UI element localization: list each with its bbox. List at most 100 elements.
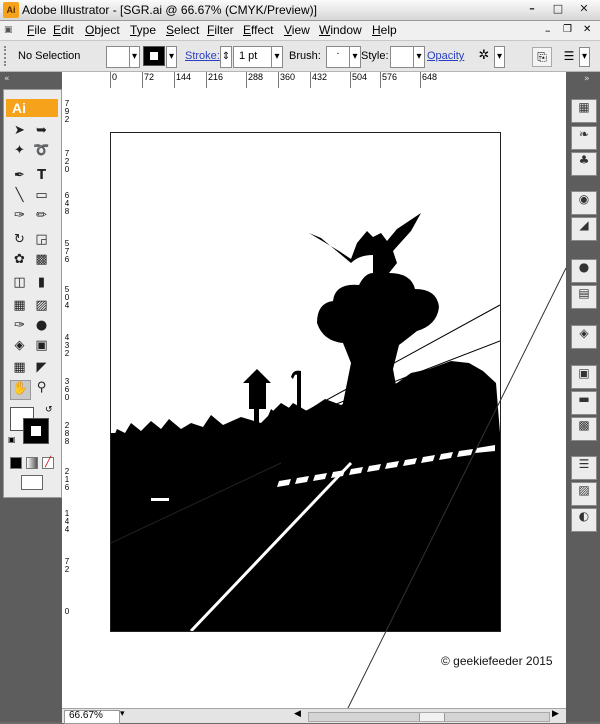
zoom-tool-icon[interactable]: ⚲ [32,380,51,398]
live-paint-select-icon[interactable]: ▣ [32,338,51,356]
stroke-color-box[interactable] [23,418,49,444]
window-title: Adobe Illustrator - [SGR.ai @ 66.67% (CM… [22,3,317,17]
warp-tool-icon[interactable]: ✿ [10,252,29,270]
stroke-link[interactable]: Stroke: [185,50,220,62]
close-icon[interactable]: ✕ [571,1,597,18]
ruler-tick-label: 144 [176,72,192,82]
document-canvas[interactable]: © geekiefeeder 2015 [78,88,566,708]
menu-help[interactable]: Help [372,23,397,37]
menu-file[interactable]: File [27,23,46,37]
menu-filter[interactable]: Filter [207,23,234,37]
magic-wand-icon[interactable]: ✦ [10,143,29,161]
pathfinder-panel-icon[interactable]: ▩ [571,417,597,441]
status-bar: 66.67% ▾ ◀ ▶ [62,708,566,724]
copyright-text: © geekiefeeder 2015 [441,654,553,668]
gradient-tool-icon[interactable]: ▨ [32,298,51,316]
ruler-tick-label: 72 [64,557,70,574]
ruler-tick-label: 216 [64,467,70,492]
chevron-down-icon[interactable]: ▾ [413,46,425,68]
appearance-panel-icon[interactable]: ● [571,259,597,283]
doc-close-icon[interactable]: ✕ [583,24,591,35]
menu-edit[interactable]: Edit [53,23,74,37]
slice-tool-icon[interactable]: ◤ [32,360,51,378]
pencil-icon[interactable]: ✏ [32,208,51,226]
menu-window[interactable]: Window [319,23,362,37]
style-swatch[interactable] [390,46,414,68]
guide-line [347,267,566,708]
brush-swatch[interactable]: · [326,46,350,68]
pen-tool-icon[interactable]: ✒ [10,168,29,186]
menu-select[interactable]: Select [166,23,199,37]
stroke-swatch[interactable] [143,46,165,66]
chevron-down-icon[interactable]: ▾ [120,709,125,719]
opacity-link[interactable]: Opacity [427,50,464,62]
selection-tool-icon[interactable]: ➤ [10,123,29,141]
minimize-icon[interactable]: – [519,1,545,18]
chevron-down-icon[interactable]: ▾ [129,46,140,68]
expand-arrows-icon[interactable]: » [584,74,590,84]
type-tool-icon[interactable]: T [32,168,51,186]
free-transform-icon[interactable]: ▩ [32,252,51,270]
mesh-tool-icon[interactable]: ▦ [10,298,29,316]
none-mode-icon[interactable]: ╱ [42,457,54,469]
line-tool-icon[interactable]: ╲ [10,188,29,206]
rectangle-tool-icon[interactable]: ▭ [32,188,51,206]
grip-handle[interactable] [4,46,8,66]
gradient-mode-icon[interactable] [26,457,38,469]
maximize-icon[interactable]: □ [545,1,571,18]
scale-tool-icon[interactable]: ◲ [32,232,51,250]
color-mode-icon[interactable] [10,457,22,469]
stroke-panel-icon[interactable]: ☰ [571,456,597,480]
ruler-tick-label: 576 [64,239,70,264]
document-icon[interactable]: ▣ [4,25,13,35]
fill-swatch[interactable] [106,46,130,68]
layers-panel-icon[interactable]: ◈ [571,325,597,349]
recolor-icon[interactable]: ✲ [474,46,494,66]
screen-mode-icon[interactable] [21,475,43,490]
document-setup-icon[interactable]: ⎘ [532,47,552,67]
swatches-panel-icon[interactable]: ▦ [571,99,597,123]
paintbrush-icon[interactable]: ✑ [10,208,29,226]
stroke-weight-field[interactable]: 1 pt [233,46,273,68]
hand-tool-icon[interactable]: ✋ [10,380,31,400]
symbols-panel-icon[interactable]: ♣ [571,152,597,176]
gradient-panel-icon[interactable]: ▨ [571,482,597,506]
ruler-tick-label: 648 [64,191,70,216]
menu-object[interactable]: Object [85,23,120,37]
column-graph-icon[interactable]: ▮ [32,275,51,293]
stroke-stepper[interactable]: ⇕ [220,46,232,68]
panel-menu-icon[interactable]: ☰ [560,47,578,65]
scroll-left-icon[interactable]: ◀ [294,709,301,719]
menu-view[interactable]: View [284,23,310,37]
doc-restore-icon[interactable]: ❐ [563,24,572,35]
doc-minimize-icon[interactable]: – [545,24,551,37]
color-panel-icon[interactable]: ◉ [571,191,597,215]
horizontal-scrollbar[interactable] [308,712,550,722]
transparency-panel-icon[interactable]: ◐ [571,508,597,532]
blend-tool-icon[interactable]: ● [32,318,51,336]
color-guide-icon[interactable]: ◢ [571,217,597,241]
menu-effect[interactable]: Effect [243,23,273,37]
chevron-down-icon[interactable]: ▾ [271,46,283,68]
ruler-tick-label: 0 [64,607,70,616]
swap-colors-icon[interactable]: ↺ [45,405,53,415]
scroll-right-icon[interactable]: ▶ [552,709,559,719]
lasso-icon[interactable]: ➰ [32,143,51,161]
default-colors-icon[interactable]: ▣ [8,435,16,444]
symbol-sprayer-icon[interactable]: ◫ [10,275,29,293]
chevron-down-icon[interactable]: ▾ [579,47,590,67]
eyedropper-icon[interactable]: ✑ [10,318,29,336]
align-panel-icon[interactable]: ▬ [571,391,597,415]
menu-type[interactable]: Type [130,23,156,37]
live-paint-icon[interactable]: ◈ [10,338,29,356]
crop-area-icon[interactable]: ▦ [10,360,29,378]
transform-panel-icon[interactable]: ▣ [571,365,597,389]
chevron-down-icon[interactable]: ▾ [494,46,505,68]
graphic-styles-icon[interactable]: ▤ [571,285,597,309]
chevron-down-icon[interactable]: ▾ [166,46,177,68]
rotate-tool-icon[interactable]: ↻ [10,232,29,250]
direct-selection-icon[interactable]: ➥ [32,123,51,141]
brushes-panel-icon[interactable]: ❧ [571,126,597,150]
collapse-arrows-icon[interactable]: « [4,74,10,84]
chevron-down-icon[interactable]: ▾ [349,46,361,68]
